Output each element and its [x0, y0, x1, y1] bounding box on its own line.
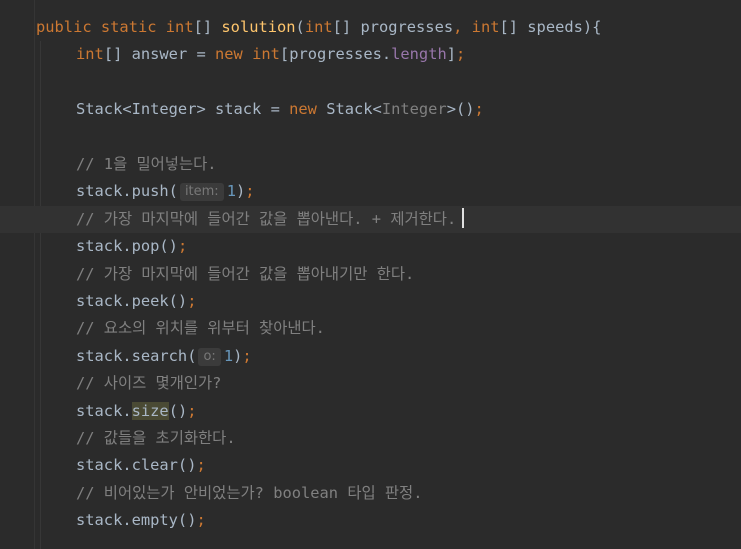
code-editor[interactable]: public static int[] solution(int[] progr…: [0, 0, 741, 549]
code-line[interactable]: // 가장 마지막에 들어간 값을 뽑아낸다. + 제거한다.: [0, 205, 741, 233]
token: stack.push(: [76, 182, 178, 201]
code-line[interactable]: // 값들을 초기화한다.: [0, 425, 741, 452]
code-line-content: // 값들을 초기화한다.: [76, 425, 236, 452]
token-kw: new: [215, 45, 243, 64]
token-kw: ;: [187, 401, 197, 420]
token: (): [168, 401, 188, 420]
code-line-content: // 가장 마지막에 들어간 값을 뽑아낸다. + 제거한다.: [76, 206, 465, 233]
token-num: 1: [226, 182, 236, 201]
token-kw: int: [76, 45, 104, 64]
token: ): [233, 346, 243, 365]
token-kw: ;: [242, 346, 252, 365]
token: [] progresses: [332, 18, 454, 36]
text-caret: [462, 207, 465, 228]
token-kw: ;: [177, 237, 188, 256]
code-line-content: // 사이즈 몇개인가?: [76, 370, 221, 397]
token-kw: ;: [196, 511, 206, 530]
code-line[interactable]: Stack<Integer> stack = new Stack<Integer…: [0, 96, 741, 123]
token-kw: ;: [196, 456, 206, 475]
token: stack.search(: [76, 346, 197, 365]
code-line-content: Stack<Integer> stack = new Stack<Integer…: [76, 96, 484, 123]
token-cmt: // 값들을 초기화한다.: [76, 429, 236, 447]
code-line[interactable]: stack.pop();: [0, 233, 741, 260]
token-cmt: // 가장 마지막에 들어간 값을 뽑아내기만 한다.: [76, 264, 415, 283]
code-line-content: public static int[] solution(int[] progr…: [36, 14, 601, 41]
token-kw: ;: [474, 100, 484, 119]
token-kw: ;: [187, 292, 197, 310]
token-cmt: // 요소의 위치를 위부터 찾아낸다.: [76, 319, 325, 338]
token-field: length: [391, 45, 447, 64]
code-line[interactable]: stack.clear();: [0, 452, 741, 479]
parameter-hint: item:: [179, 183, 224, 202]
code-line[interactable]: stack.size();: [0, 398, 741, 425]
code-line[interactable]: [0, 69, 741, 96]
code-line[interactable]: int[] answer = new int[progresses.length…: [0, 41, 741, 68]
token-generic: Integer: [381, 100, 447, 119]
code-line-content: stack.empty();: [76, 507, 206, 534]
code-line-content: // 1을 밀어넣는다.: [76, 151, 217, 178]
token: []: [193, 18, 222, 36]
code-line-content: // 가장 마지막에 들어간 값을 뽑아내기만 한다.: [76, 261, 414, 288]
token-kw: new: [289, 100, 317, 119]
code-line-content: stack.search(o: 1);: [76, 343, 252, 370]
token-kw: int: [304, 18, 333, 36]
code-line[interactable]: [0, 124, 741, 151]
code-line[interactable]: stack.search(o: 1);: [0, 343, 741, 370]
token-kw: int: [165, 18, 194, 36]
code-line[interactable]: stack.push(item: 1);: [0, 178, 741, 205]
token: stack.empty(): [76, 511, 197, 530]
token-cmt: // 1을 밀어넣는다.: [76, 155, 217, 173]
code-line[interactable]: stack.peek();: [0, 288, 741, 315]
token: stack.: [76, 401, 132, 420]
token: [progresses.: [279, 45, 392, 64]
token-kw: int: [471, 18, 500, 36]
code-line[interactable]: // 사이즈 몇개인가?: [0, 370, 741, 397]
token: stack.pop(): [76, 237, 178, 256]
token-kw: ;: [245, 182, 255, 201]
token-cmt: // 사이즈 몇개인가?: [76, 374, 222, 393]
code-line-content: stack.peek();: [76, 288, 196, 315]
token: stack.peek(): [76, 292, 188, 310]
token-kw: ;: [456, 45, 466, 64]
code-line-content: stack.clear();: [76, 452, 206, 479]
token-kw: static: [100, 18, 157, 36]
token-cmt: // 가장 마지막에 들어간 값을 뽑아낸다. + 제거한다.: [76, 209, 457, 228]
code-line-content: int[] answer = new int[progresses.length…: [76, 41, 465, 68]
token: >(): [446, 100, 475, 119]
token: Stack<: [316, 100, 382, 119]
token-num: 1: [223, 346, 234, 365]
code-line[interactable]: // 비어있는가 안비었는가? boolean 타입 판정.: [0, 480, 741, 507]
token: (: [295, 18, 305, 36]
code-line[interactable]: stack.empty();: [0, 507, 741, 534]
code-line-content: stack.size();: [76, 398, 197, 425]
code-line[interactable]: public static int[] solution(int[] progr…: [0, 14, 741, 41]
token: [] speeds){: [499, 18, 602, 36]
token-kw: int: [252, 45, 280, 64]
token: ]: [446, 45, 457, 64]
token-kw: public: [36, 18, 92, 36]
code-line-content: stack.push(item: 1);: [76, 178, 255, 205]
token: stack.clear(): [76, 456, 197, 475]
token: Stack<Integer> stack =: [76, 100, 290, 119]
code-line-content: // 비어있는가 안비었는가? boolean 타입 판정.: [76, 480, 423, 507]
parameter-hint: o:: [198, 347, 221, 366]
token-cmt: // 비어있는가 안비었는가? boolean 타입 판정.: [76, 483, 423, 502]
token-fn: solution: [221, 18, 296, 36]
code-line[interactable]: // 1을 밀어넣는다.: [0, 151, 741, 178]
token: [] answer =: [103, 45, 216, 64]
code-line-content: // 요소의 위치를 위부터 찾아낸다.: [76, 315, 325, 342]
token: ): [235, 182, 246, 201]
code-line[interactable]: // 가장 마지막에 들어간 값을 뽑아내기만 한다.: [0, 261, 741, 288]
code-line-content: stack.pop();: [76, 233, 187, 260]
code-line[interactable]: // 요소의 위치를 위부터 찾아낸다.: [0, 315, 741, 342]
token-hl-size: size: [131, 401, 169, 420]
token-kw: ,: [453, 18, 463, 36]
